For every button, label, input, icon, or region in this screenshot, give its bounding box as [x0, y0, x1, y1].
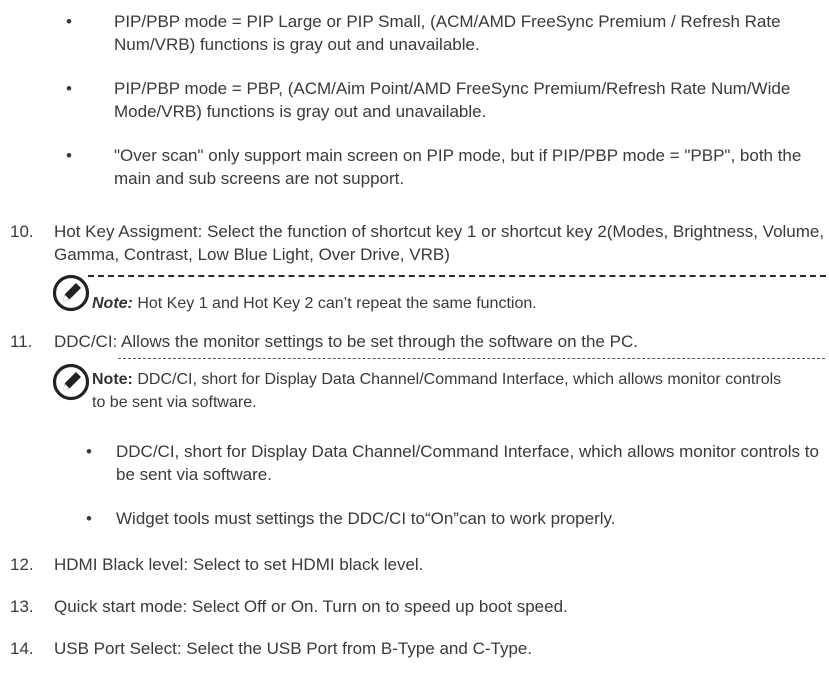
bullet-text: "Over scan" only support main screen on … [114, 146, 802, 188]
list-item-14: 14. USB Port Select: Select the USB Port… [10, 637, 825, 660]
note-label: Note: [92, 371, 133, 388]
bullet-text: PIP/PBP mode = PBP, (ACM/Aim Point/AMD F… [114, 79, 791, 121]
note-divider [118, 358, 825, 359]
bullet-item: • PIP/PBP mode = PIP Large or PIP Small,… [66, 10, 821, 56]
item-text: USB Port Select: Select the USB Port fro… [54, 639, 533, 658]
item-number: 10. [10, 222, 34, 241]
bullet-dot: • [66, 79, 72, 98]
bullet-text: Widget tools must settings the DDC/CI to… [116, 509, 616, 528]
note-pencil-icon [52, 274, 90, 312]
bullet-dot: • [66, 12, 72, 31]
bullet-dot: • [86, 509, 92, 528]
bullet-item: • Widget tools must settings the DDC/CI … [86, 507, 821, 530]
item-text: Quick start mode: Select Off or On. Turn… [54, 597, 568, 616]
bullet-text: PIP/PBP mode = PIP Large or PIP Small, (… [114, 12, 781, 54]
bullet-dot: • [66, 146, 72, 165]
list-item-13: 13. Quick start mode: Select Off or On. … [10, 595, 825, 618]
bullet-dot: • [86, 442, 92, 461]
note-11: Note: DDC/CI, short for Display Data Cha… [92, 368, 782, 414]
item-number: 13. [10, 597, 34, 616]
note-label: Note: [92, 295, 133, 312]
item-text: Hot Key Assigment: Select the function o… [54, 222, 825, 264]
list-item-11: 11. DDC/CI: Allows the monitor settings … [10, 330, 825, 353]
bullet-text: DDC/CI, short for Display Data Channel/C… [116, 442, 819, 484]
item-text: HDMI Black level: Select to set HDMI bla… [54, 555, 424, 574]
list-item-12: 12. HDMI Black level: Select to set HDMI… [10, 553, 825, 576]
item-number: 14. [10, 639, 34, 658]
bullet-item: • PIP/PBP mode = PBP, (ACM/Aim Point/AMD… [66, 77, 821, 123]
bullet-item: • DDC/CI, short for Display Data Channel… [86, 440, 821, 486]
note-body: DDC/CI, short for Display Data Channel/C… [92, 371, 782, 411]
bullet-item: • "Over scan" only support main screen o… [66, 144, 821, 190]
note-pencil-icon [52, 363, 90, 401]
item-number: 11. [10, 332, 33, 351]
note-divider [88, 275, 826, 277]
list-item-10: 10. Hot Key Assigment: Select the functi… [10, 220, 825, 266]
note-10: Note: Hot Key 1 and Hot Key 2 can’t repe… [92, 292, 812, 315]
item-number: 12. [10, 555, 34, 574]
note-body: Hot Key 1 and Hot Key 2 can’t repeat the… [132, 295, 537, 312]
item-text: DDC/CI: Allows the monitor settings to b… [54, 332, 638, 351]
